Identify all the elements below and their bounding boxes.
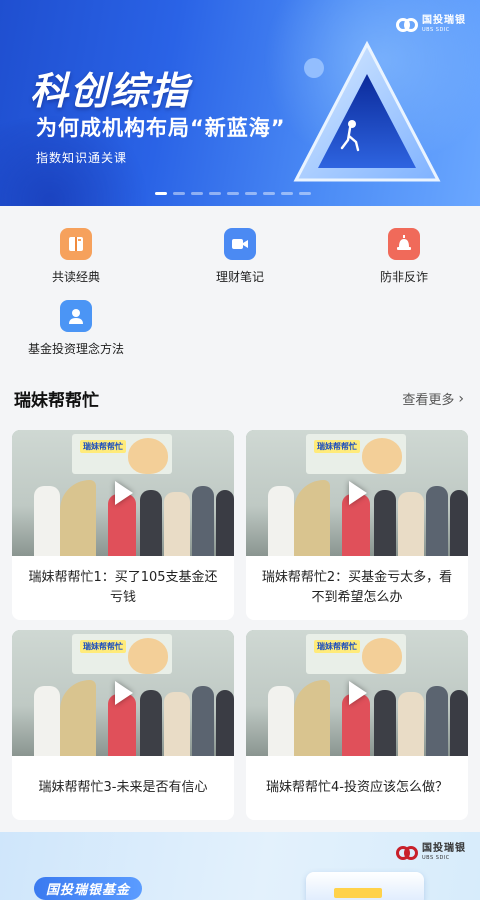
bottom-banner[interactable]: 国投瑞银 UBS SDIC 国投瑞银基金 bbox=[0, 832, 480, 900]
video-camera-icon bbox=[224, 228, 256, 260]
brand-logo-en: UBS SDIC bbox=[422, 855, 450, 861]
video-thumbnail: 瑞妹帮帮忙 bbox=[246, 630, 468, 756]
banner-title: 科创综指 bbox=[30, 69, 191, 113]
menu-item-label: 共读经典 bbox=[51, 270, 100, 284]
view-more-link[interactable]: 查看更多 › bbox=[402, 389, 464, 409]
menu-item-finance-notes[interactable]: 理财笔记 bbox=[180, 228, 300, 285]
carousel-dot[interactable] bbox=[245, 192, 257, 195]
video-thumbnail: 瑞妹帮帮忙 bbox=[12, 630, 234, 756]
advisor-person-icon bbox=[60, 300, 92, 332]
brand-logo-cn: 国投瑞银 bbox=[422, 843, 466, 854]
carousel-dot[interactable] bbox=[227, 192, 239, 195]
video-card[interactable]: 瑞妹帮帮忙 瑞妹帮帮忙2：买基金亏太多，看不到希望怎么办 bbox=[246, 430, 468, 620]
video-title: 瑞妹帮帮忙4-投资应该怎么做？ bbox=[266, 780, 448, 795]
play-icon bbox=[345, 680, 371, 706]
alarm-siren-icon bbox=[388, 228, 420, 260]
carousel-dot[interactable] bbox=[155, 192, 167, 195]
carousel-indicator bbox=[155, 192, 311, 195]
carousel-dot[interactable] bbox=[173, 192, 185, 195]
play-icon bbox=[111, 680, 137, 706]
video-title: 瑞妹帮帮忙3-未来是否有信心 bbox=[38, 780, 208, 795]
menu-item-label: 防非反诈 bbox=[379, 270, 428, 284]
video-title: 瑞妹帮帮忙1：买了105支基金还亏钱 bbox=[28, 570, 218, 605]
video-thumbnail: 瑞妹帮帮忙 bbox=[12, 430, 234, 556]
brand-logo-en: UBS SDIC bbox=[422, 27, 450, 33]
view-more-label: 查看更多 bbox=[402, 393, 455, 408]
poster-text: 瑞妹帮帮忙 bbox=[314, 440, 360, 453]
carousel-dot[interactable] bbox=[209, 192, 221, 195]
chevron-right-icon: › bbox=[458, 390, 464, 407]
banner-triangle-graphic bbox=[293, 40, 441, 182]
brand-logo: 国投瑞银 UBS SDIC bbox=[396, 844, 466, 861]
bottom-banner-graphic bbox=[306, 872, 424, 900]
section-title: 瑞妹帮帮忙 bbox=[14, 391, 99, 411]
top-banner-carousel[interactable]: 国投瑞银 UBS SDIC 科创综指 为何成机构布局“新蓝海” 指数知识通关课 bbox=[0, 0, 480, 206]
poster-text: 瑞妹帮帮忙 bbox=[314, 640, 360, 653]
brand-logo: 国投瑞银 UBS SDIC bbox=[396, 16, 466, 33]
video-card[interactable]: 瑞妹帮帮忙 瑞妹帮帮忙4-投资应该怎么做？ bbox=[246, 630, 468, 820]
banner-subtitle: 为何成机构布局“新蓝海” bbox=[36, 116, 286, 140]
carousel-dot[interactable] bbox=[263, 192, 275, 195]
brand-logo-cn: 国投瑞银 bbox=[422, 15, 466, 26]
menu-item-fund-investment-methods[interactable]: 基金投资理念方法 bbox=[16, 300, 136, 357]
video-thumbnail: 瑞妹帮帮忙 bbox=[246, 430, 468, 556]
play-icon bbox=[345, 480, 371, 506]
poster-text: 瑞妹帮帮忙 bbox=[80, 440, 126, 453]
bottom-banner-pill: 国投瑞银基金 bbox=[34, 877, 143, 900]
menu-item-label: 基金投资理念方法 bbox=[27, 342, 124, 356]
carousel-dot[interactable] bbox=[299, 192, 311, 195]
menu-item-reading-classics[interactable]: 共读经典 bbox=[16, 228, 136, 285]
video-card[interactable]: 瑞妹帮帮忙 瑞妹帮帮忙1：买了105支基金还亏钱 bbox=[12, 430, 234, 620]
play-icon bbox=[111, 480, 137, 506]
carousel-dot[interactable] bbox=[191, 192, 203, 195]
book-icon bbox=[60, 228, 92, 260]
banner-tag: 指数知识通关课 bbox=[36, 151, 128, 165]
carousel-dot[interactable] bbox=[281, 192, 293, 195]
poster-text: 瑞妹帮帮忙 bbox=[80, 640, 126, 653]
menu-item-label: 理财笔记 bbox=[215, 270, 264, 284]
video-card[interactable]: 瑞妹帮帮忙 瑞妹帮帮忙3-未来是否有信心 bbox=[12, 630, 234, 820]
video-title: 瑞妹帮帮忙2：买基金亏太多，看不到希望怎么办 bbox=[261, 570, 453, 605]
menu-item-anti-fraud[interactable]: 防非反诈 bbox=[344, 228, 464, 285]
